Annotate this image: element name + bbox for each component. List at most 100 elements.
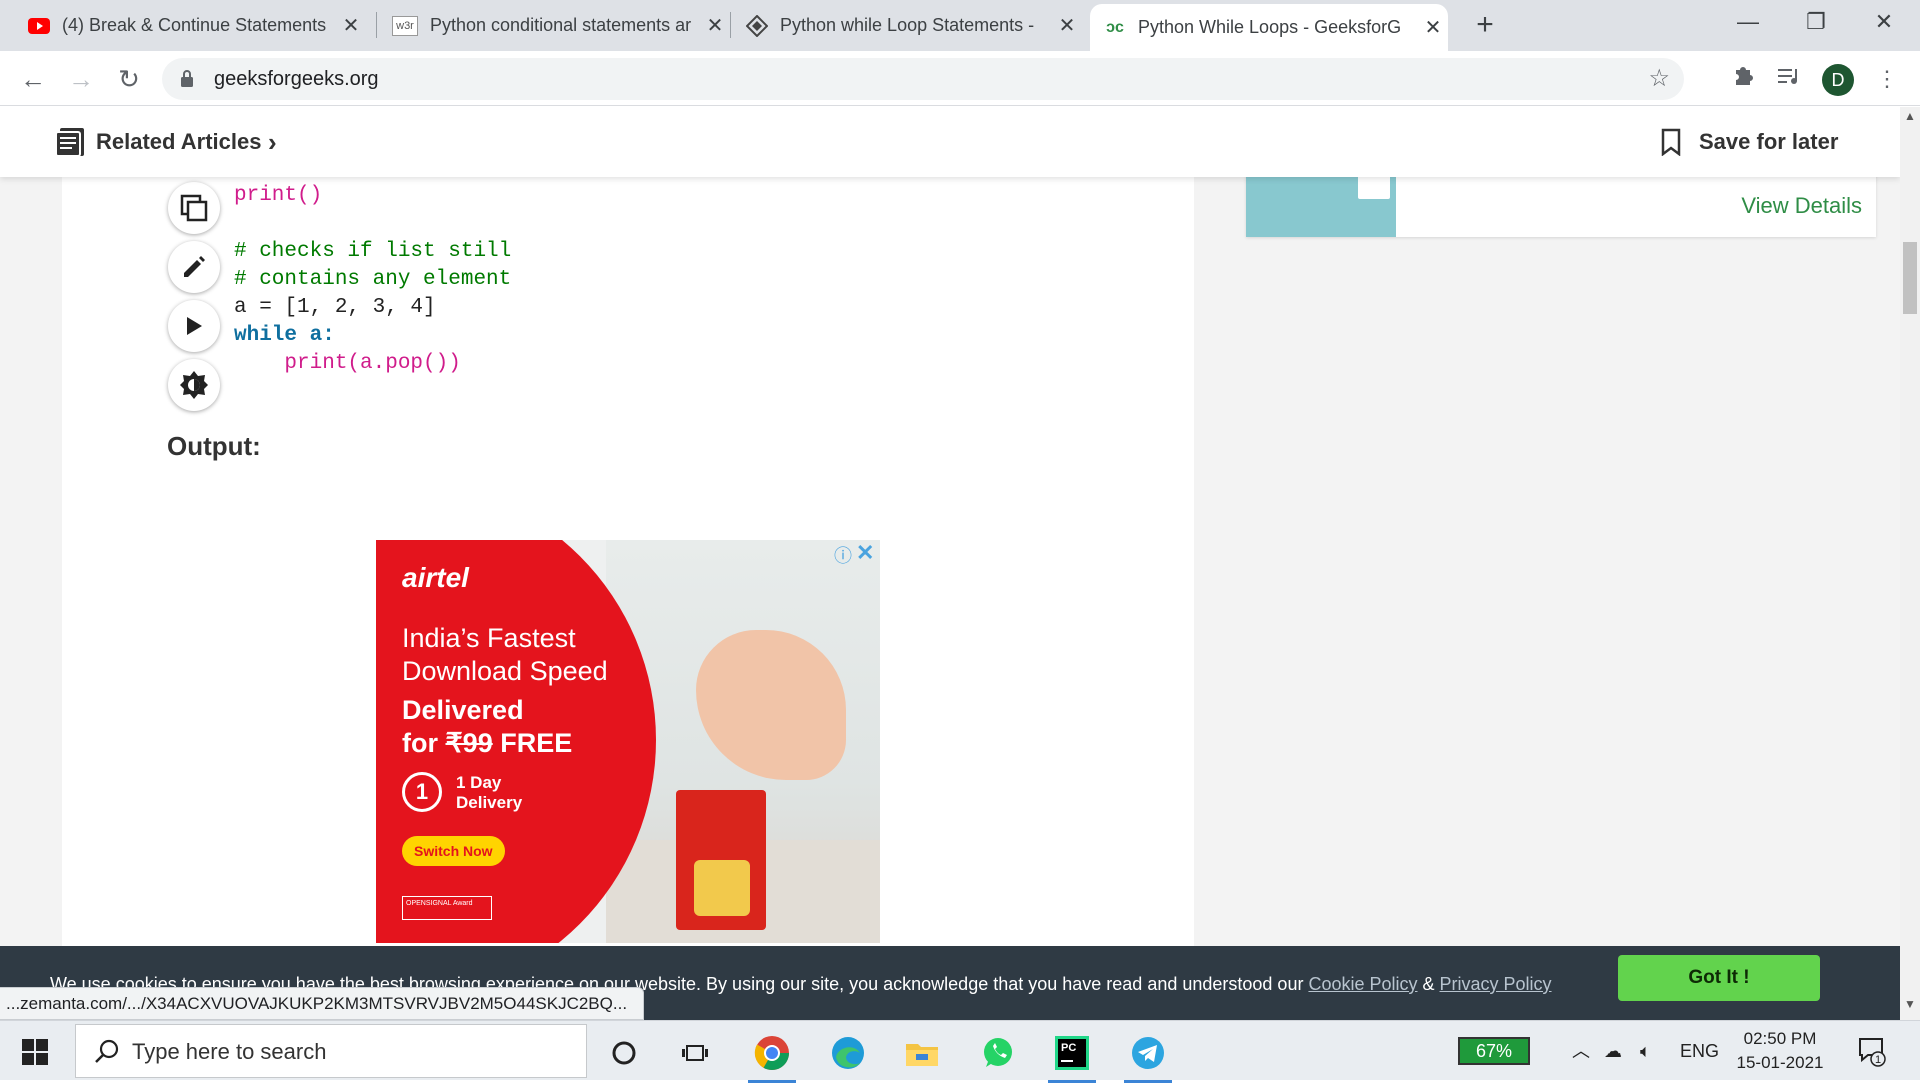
close-tab-icon[interactable]: ✕ bbox=[336, 13, 366, 38]
copy-code-button[interactable] bbox=[168, 182, 220, 234]
cookie-amp: & bbox=[1417, 974, 1440, 994]
network-icon[interactable]: ☁ bbox=[1604, 1021, 1622, 1081]
ad-close-icon[interactable]: ✕ bbox=[856, 540, 874, 566]
windows-start-icon[interactable] bbox=[22, 1039, 48, 1065]
whatsapp-icon[interactable] bbox=[970, 1029, 1026, 1077]
tab-python-while[interactable]: Python while Loop Statements - ✕ bbox=[732, 0, 1082, 51]
diamond-icon bbox=[746, 14, 768, 37]
close-tab-icon[interactable]: ✕ bbox=[700, 13, 730, 38]
edit-code-button[interactable] bbox=[168, 241, 220, 293]
edge-icon[interactable] bbox=[820, 1029, 876, 1077]
svg-text:PC: PC bbox=[1061, 1042, 1076, 1054]
tab-geeksforgeeks[interactable]: ↄc Python While Loops - GeeksforG ✕ bbox=[1090, 4, 1448, 51]
ad-offer: Delivered for ₹99 FREE bbox=[402, 694, 662, 760]
forward-icon[interactable]: → bbox=[62, 60, 100, 98]
search-placeholder: Type here to search bbox=[132, 1039, 327, 1064]
code-line: a = [1, 2, 3, 4] bbox=[234, 296, 436, 319]
clock-time: 02:50 PM bbox=[1743, 1029, 1817, 1048]
ad-offer-for: for bbox=[402, 728, 446, 758]
geeksforgeeks-icon: ↄc bbox=[1106, 18, 1124, 36]
delivery-badge-icon: 1 bbox=[402, 772, 442, 812]
back-icon[interactable]: ← bbox=[14, 60, 52, 98]
pycharm-icon[interactable]: PC bbox=[1044, 1029, 1100, 1083]
ad-delivery-text: 1 Day Delivery bbox=[456, 773, 523, 812]
scroll-down-icon[interactable]: ▼ bbox=[1904, 997, 1916, 1011]
reload-icon[interactable]: ↻ bbox=[110, 60, 148, 98]
brightness-icon bbox=[180, 371, 208, 399]
restore-icon[interactable]: ❐ bbox=[1786, 0, 1846, 44]
view-details-link[interactable]: View Details bbox=[1741, 193, 1862, 219]
article-content: print() # checks if list still # contain… bbox=[62, 107, 1194, 1010]
theme-toggle-button[interactable] bbox=[168, 359, 220, 411]
document-list-icon[interactable] bbox=[54, 126, 86, 158]
tab-title: Python while Loop Statements - bbox=[780, 15, 1035, 35]
w3resource-icon: w3r bbox=[392, 15, 418, 36]
new-tab-button[interactable]: + bbox=[1467, 8, 1503, 44]
cookie-policy-link[interactable]: Cookie Policy bbox=[1308, 974, 1417, 994]
address-bar[interactable]: geeksforgeeks.org ☆ bbox=[162, 58, 1684, 100]
search-icon bbox=[95, 1039, 119, 1063]
got-it-button[interactable]: Got It ! bbox=[1618, 955, 1820, 1001]
sim-chip-image bbox=[694, 860, 750, 916]
language-indicator[interactable]: ENG bbox=[1680, 1021, 1719, 1081]
file-explorer-icon[interactable] bbox=[894, 1029, 950, 1077]
volume-icon[interactable]: 🔈︎ bbox=[1640, 1021, 1651, 1081]
airtel-advertisement[interactable]: airtel India’s Fastest Download Speed De… bbox=[376, 540, 880, 943]
code-comment: # checks if list still bbox=[234, 240, 512, 263]
ad-offer-delivered: Delivered bbox=[402, 695, 524, 725]
windows-taskbar: Type here to search PC 67% ︿ ☁ 🔈︎ ENG 02… bbox=[0, 1020, 1920, 1083]
notification-count: 1 bbox=[1875, 1054, 1881, 1066]
award-badge: OPENSIGNAL Award bbox=[402, 896, 492, 920]
ad-headline: India’s Fastest Download Speed bbox=[402, 623, 608, 686]
code-token: print() bbox=[234, 184, 323, 207]
copy-icon bbox=[180, 194, 208, 222]
related-articles-label[interactable]: Related Articles bbox=[96, 107, 261, 177]
airtel-logo: airtel bbox=[402, 562, 469, 593]
scroll-up-icon[interactable]: ▲ bbox=[1904, 109, 1916, 123]
chevron-right-icon[interactable]: › bbox=[268, 107, 277, 177]
close-window-icon[interactable]: ✕ bbox=[1854, 0, 1914, 44]
tab-w3resource[interactable]: w3r Python conditional statements ar ✕ bbox=[378, 0, 730, 51]
switch-now-button[interactable]: Switch Now bbox=[402, 836, 505, 866]
bookmark-icon[interactable] bbox=[1660, 128, 1682, 156]
system-clock[interactable]: 02:50 PM 15-01-2021 bbox=[1720, 1027, 1840, 1075]
web-page: Related Articles › Save for later print(… bbox=[0, 107, 1900, 1010]
ad-info-icon[interactable]: ⓘ bbox=[834, 542, 852, 568]
task-view-icon[interactable] bbox=[667, 1029, 723, 1077]
close-tab-icon[interactable]: ✕ bbox=[1052, 13, 1082, 38]
related-articles-bar: Related Articles › Save for later bbox=[0, 107, 1900, 177]
status-link-preview: ...zemanta.com/.../X34ACXVUOVAJKUKP2KM3M… bbox=[0, 987, 645, 1020]
cortana-icon[interactable] bbox=[596, 1029, 652, 1077]
notification-center-icon[interactable]: 1 bbox=[1858, 1037, 1886, 1072]
profile-avatar[interactable]: D bbox=[1822, 64, 1854, 96]
minimize-icon[interactable]: — bbox=[1718, 0, 1778, 44]
scrollbar-thumb[interactable] bbox=[1903, 242, 1917, 314]
tab-youtube[interactable]: (4) Break & Continue Statements ✕ bbox=[14, 0, 366, 51]
page-scrollbar[interactable]: ▲ ▼ bbox=[1900, 107, 1920, 1020]
tab-title: (4) Break & Continue Statements bbox=[62, 15, 327, 35]
privacy-policy-link[interactable]: Privacy Policy bbox=[1440, 974, 1552, 994]
tab-divider bbox=[376, 12, 377, 38]
url-text: geeksforgeeks.org bbox=[214, 68, 379, 90]
chrome-icon[interactable] bbox=[744, 1029, 800, 1083]
lock-icon bbox=[181, 70, 193, 87]
close-tab-icon[interactable]: ✕ bbox=[1418, 15, 1448, 40]
run-code-button[interactable] bbox=[168, 300, 220, 352]
tab-divider bbox=[730, 12, 731, 38]
extensions-icon[interactable] bbox=[1724, 60, 1762, 98]
code-line: print(a.pop()) bbox=[234, 352, 461, 375]
tab-title: Python While Loops - GeeksforG bbox=[1138, 17, 1402, 37]
ad-offer-line: for ₹99 FREE bbox=[402, 727, 662, 760]
menu-kebab-icon[interactable]: ⋮ bbox=[1868, 60, 1906, 98]
bookmark-star-icon[interactable]: ☆ bbox=[1648, 58, 1670, 100]
telegram-icon[interactable] bbox=[1120, 1029, 1176, 1083]
code-line: print() bbox=[234, 182, 322, 210]
chevron-up-icon[interactable]: ︿ bbox=[1572, 1021, 1590, 1081]
clock-date: 15-01-2021 bbox=[1736, 1053, 1824, 1072]
save-for-later-button[interactable]: Save for later bbox=[1699, 107, 1838, 177]
taskbar-search-box[interactable]: Type here to search bbox=[75, 1024, 587, 1078]
browser-toolbar: ← → ↻ geeksforgeeks.org ☆ D ⋮ bbox=[0, 51, 1920, 106]
code-line: while a: bbox=[234, 324, 335, 347]
media-queue-icon[interactable] bbox=[1770, 60, 1808, 98]
battery-indicator[interactable]: 67% bbox=[1458, 1037, 1530, 1065]
